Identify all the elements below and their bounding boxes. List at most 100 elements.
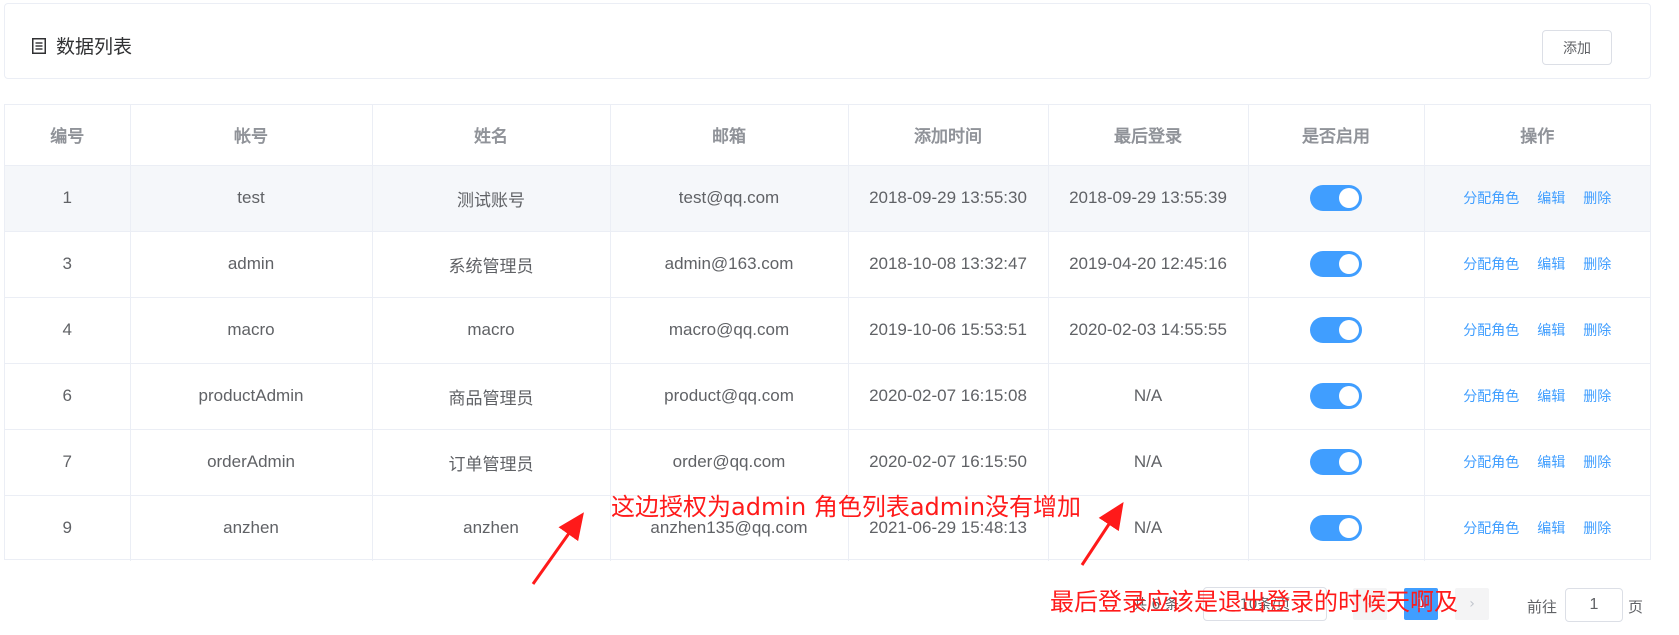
cell-id: 7 xyxy=(5,429,131,496)
cell-id: 4 xyxy=(5,297,131,364)
cell-created: 2019-10-06 15:53:51 xyxy=(848,297,1049,364)
column-header-created[interactable]: 添加时间 xyxy=(848,105,1049,166)
edit-button[interactable]: 编辑 xyxy=(1537,455,1565,471)
next-page-button[interactable]: › xyxy=(1455,588,1489,620)
cell-actions: 分配角色 编辑 删除 xyxy=(1424,429,1650,496)
cell-actions: 分配角色 编辑 删除 xyxy=(1424,495,1650,561)
goto-label: 前往 xyxy=(1527,598,1558,616)
cell-last-login: 2018-09-29 13:55:39 xyxy=(1048,165,1249,232)
table-row: 7 orderAdmin 订单管理员 order@qq.com 2020-02-07 1… xyxy=(5,429,1650,496)
edit-button[interactable]: 编辑 xyxy=(1537,323,1565,339)
goto-page-input[interactable] xyxy=(1565,588,1623,622)
toggle-knob xyxy=(1339,320,1359,340)
cell-last-login: N/A xyxy=(1048,363,1249,430)
cell-account: test xyxy=(130,165,373,232)
cell-enabled xyxy=(1248,429,1425,496)
cell-created: 2020-02-07 16:15:08 xyxy=(848,363,1049,430)
column-header-actions[interactable]: 操作 xyxy=(1424,105,1650,166)
table-row: 1 test 测试账号 test@qq.com 2018-09-29 13:55:30 2… xyxy=(5,165,1650,232)
cell-account: admin xyxy=(130,231,373,298)
assign-role-button[interactable]: 分配角色 xyxy=(1463,323,1519,339)
cell-name: 订单管理员 xyxy=(372,429,611,496)
cell-id: 9 xyxy=(5,495,131,561)
cell-id: 3 xyxy=(5,231,131,298)
header-card: 数据列表 添加 xyxy=(4,3,1651,79)
cell-email: admin@163.com xyxy=(610,231,849,298)
cell-actions: 分配角色 编辑 删除 xyxy=(1424,297,1650,364)
annotation-note-1: 这边授权为admin 角色列表admin没有增加 xyxy=(611,493,1082,521)
table-row: 3 admin 系统管理员 admin@163.com 2018-10-08 13:32… xyxy=(5,231,1650,298)
cell-actions: 分配角色 编辑 删除 xyxy=(1424,165,1650,232)
toggle-knob xyxy=(1339,452,1359,472)
cell-name: 商品管理员 xyxy=(372,363,611,430)
cell-account: orderAdmin xyxy=(130,429,373,496)
cell-enabled xyxy=(1248,495,1425,561)
add-button[interactable]: 添加 xyxy=(1542,30,1612,65)
cell-actions: 分配角色 编辑 删除 xyxy=(1424,231,1650,298)
cell-id: 6 xyxy=(5,363,131,430)
edit-button[interactable]: 编辑 xyxy=(1537,521,1565,537)
annotation-note-2: 最后登录应该是退出登录的时候天啊及 xyxy=(1050,588,1458,616)
enabled-toggle[interactable] xyxy=(1310,251,1362,277)
column-header-enabled[interactable]: 是否启用 xyxy=(1248,105,1425,166)
column-header-name[interactable]: 姓名 xyxy=(372,105,611,166)
enabled-toggle[interactable] xyxy=(1310,317,1362,343)
delete-button[interactable]: 删除 xyxy=(1583,191,1611,207)
enabled-toggle[interactable] xyxy=(1310,185,1362,211)
cell-id: 1 xyxy=(5,165,131,232)
assign-role-button[interactable]: 分配角色 xyxy=(1463,191,1519,207)
enabled-toggle[interactable] xyxy=(1310,383,1362,409)
cell-account: macro xyxy=(130,297,373,364)
cell-last-login: 2019-04-20 12:45:16 xyxy=(1048,231,1249,298)
table-header-row: 编号 帐号 姓名 邮箱 添加时间 最后登录 是否启用 操作 xyxy=(5,105,1650,166)
cell-enabled xyxy=(1248,231,1425,298)
page-title: 数据列表 xyxy=(32,32,132,59)
cell-name: 系统管理员 xyxy=(372,231,611,298)
assign-role-button[interactable]: 分配角色 xyxy=(1463,521,1519,537)
column-header-account[interactable]: 帐号 xyxy=(130,105,373,166)
delete-button[interactable]: 删除 xyxy=(1583,389,1611,405)
edit-button[interactable]: 编辑 xyxy=(1537,257,1565,273)
cell-email: product@qq.com xyxy=(610,363,849,430)
cell-name: 测试账号 xyxy=(372,165,611,232)
table-row: 6 productAdmin 商品管理员 product@qq.com 2020-02-… xyxy=(5,363,1650,430)
cell-created: 2018-10-08 13:32:47 xyxy=(848,231,1049,298)
cell-email: macro@qq.com xyxy=(610,297,849,364)
column-header-email[interactable]: 邮箱 xyxy=(610,105,849,166)
cell-email: order@qq.com xyxy=(610,429,849,496)
cell-last-login: N/A xyxy=(1048,429,1249,496)
delete-button[interactable]: 删除 xyxy=(1583,257,1611,273)
cell-created: 2018-09-29 13:55:30 xyxy=(848,165,1049,232)
enabled-toggle[interactable] xyxy=(1310,515,1362,542)
cell-name: macro xyxy=(372,297,611,364)
column-header-id[interactable]: 编号 xyxy=(5,105,131,166)
toggle-knob xyxy=(1339,386,1359,406)
page-title-text: 数据列表 xyxy=(56,36,133,58)
cell-account: anzhen xyxy=(130,495,373,561)
assign-role-button[interactable]: 分配角色 xyxy=(1463,455,1519,471)
cell-enabled xyxy=(1248,297,1425,364)
cell-actions: 分配角色 编辑 删除 xyxy=(1424,363,1650,430)
delete-button[interactable]: 删除 xyxy=(1583,455,1611,471)
enabled-toggle[interactable] xyxy=(1310,449,1362,475)
cell-email: test@qq.com xyxy=(610,165,849,232)
edit-button[interactable]: 编辑 xyxy=(1537,389,1565,405)
toggle-knob xyxy=(1339,518,1359,539)
assign-role-button[interactable]: 分配角色 xyxy=(1463,257,1519,273)
delete-button[interactable]: 删除 xyxy=(1583,521,1611,537)
delete-button[interactable]: 删除 xyxy=(1583,323,1611,339)
cell-last-login: 2020-02-03 14:55:55 xyxy=(1048,297,1249,364)
table-row: 4 macro macro macro@qq.com 2019-10-06 15:53:… xyxy=(5,297,1650,364)
list-icon xyxy=(32,37,46,54)
chevron-right-icon: › xyxy=(1469,596,1475,612)
column-header-last-login[interactable]: 最后登录 xyxy=(1048,105,1249,166)
toggle-knob xyxy=(1339,188,1359,208)
toggle-knob xyxy=(1339,254,1359,274)
goto-unit: 页 xyxy=(1628,598,1644,616)
cell-name: anzhen xyxy=(372,495,611,561)
edit-button[interactable]: 编辑 xyxy=(1537,191,1565,207)
cell-created: 2020-02-07 16:15:50 xyxy=(848,429,1049,496)
cell-enabled xyxy=(1248,165,1425,232)
assign-role-button[interactable]: 分配角色 xyxy=(1463,389,1519,405)
cell-account: productAdmin xyxy=(130,363,373,430)
